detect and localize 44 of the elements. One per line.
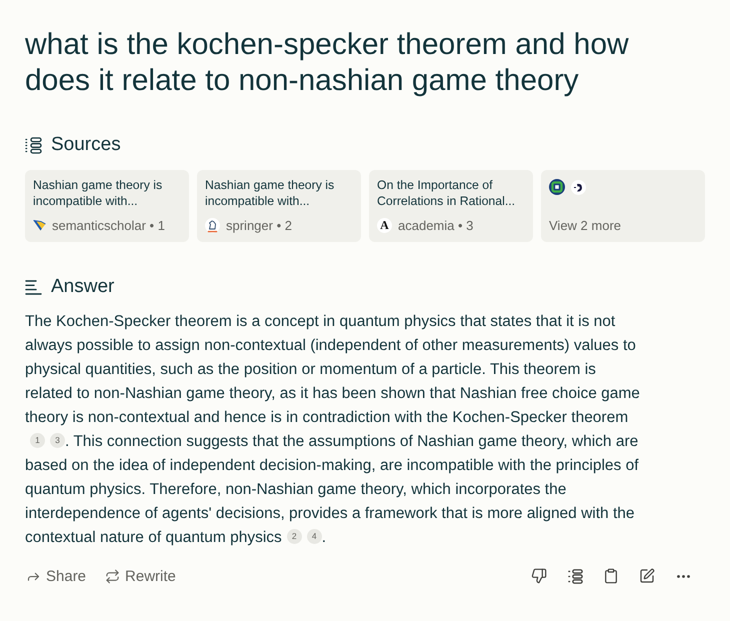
share-button[interactable]: Share	[25, 564, 88, 588]
citation-link[interactable]: 1	[30, 433, 45, 448]
answer-text: interdependence of agents' decisions, provides a framework that is more aligned with the	[25, 504, 635, 524]
answer-text: always possible to assign non-contextual (independent of other measurements) values to	[25, 336, 636, 356]
answer-heading: Answer	[51, 276, 114, 298]
source-card[interactable]: On the Importance of Correlations in Rational... A academia • 3	[369, 170, 533, 242]
view-more-card[interactable]: View 2 more	[541, 170, 705, 242]
answer-text: based on the idea of independent decision-making, are incompatible with the principles of	[25, 456, 638, 476]
source-site: semanticscholar • 1	[52, 218, 165, 233]
thumbs-down-icon	[531, 568, 547, 584]
citation-link[interactable]: 4	[306, 529, 322, 544]
source-title: On the Importance of Correlations in Rational...	[377, 177, 516, 209]
query-title: what is the kochen-specker theorem and how does it relate to non-nashian game theory	[25, 27, 630, 99]
answer-text: The Kochen-Specker theorem is a concept in quantum physics that states that it is not	[25, 312, 616, 332]
horse-logo-icon	[205, 218, 220, 233]
source-site: springer • 2	[226, 218, 292, 233]
source-site: academia • 3	[398, 218, 474, 233]
site-logo: A	[377, 218, 392, 233]
edit-icon	[639, 568, 655, 584]
answer-icon	[25, 280, 42, 294]
view-more-label: View 2 more	[549, 218, 622, 233]
answer-text: quantum physics. Therefore, non-Nashian game theory, which incorporates the	[25, 480, 566, 500]
answer-text: .	[322, 528, 326, 548]
answer-text: contextual nature of quantum physics	[25, 528, 282, 548]
clipboard-icon	[603, 568, 619, 584]
sources-heading: Sources	[51, 134, 121, 156]
more-icon	[676, 574, 690, 578]
answer-text: . This connection suggests that the assumptions of Nashian game theory, which are	[65, 432, 638, 452]
answer-text: physical quantities, such as the position or momentum of a particle. This theorem is	[25, 360, 596, 380]
citation-link[interactable]: 3	[50, 433, 65, 448]
answer-text: theory is non-contextual and hence is in contradiction with the Kochen-Specker theorem	[25, 408, 628, 428]
answer-text: related to non-Nashian game theory, as it has been shown that Nashian free choice game	[25, 384, 640, 404]
rewrite-icon	[105, 568, 120, 584]
list-icon	[568, 568, 582, 584]
rewrite-button[interactable]: Rewrite	[104, 564, 178, 588]
source-title: Nashian game theory is incompatible with...	[205, 177, 336, 209]
square-ring-icon	[549, 179, 565, 195]
source-card[interactable]: Nashian game theory is incompatible with... springer • 2	[197, 170, 361, 242]
chevron-logo-icon	[33, 220, 46, 231]
sources-icon	[25, 136, 42, 154]
source-title: Nashian game theory is incompatible with...	[33, 177, 164, 209]
swirl-icon	[571, 180, 586, 194]
source-card[interactable]: Nashian game theory is incompatible with... semanticscholar • 1	[25, 170, 189, 242]
citation-link[interactable]: 2	[286, 529, 302, 544]
